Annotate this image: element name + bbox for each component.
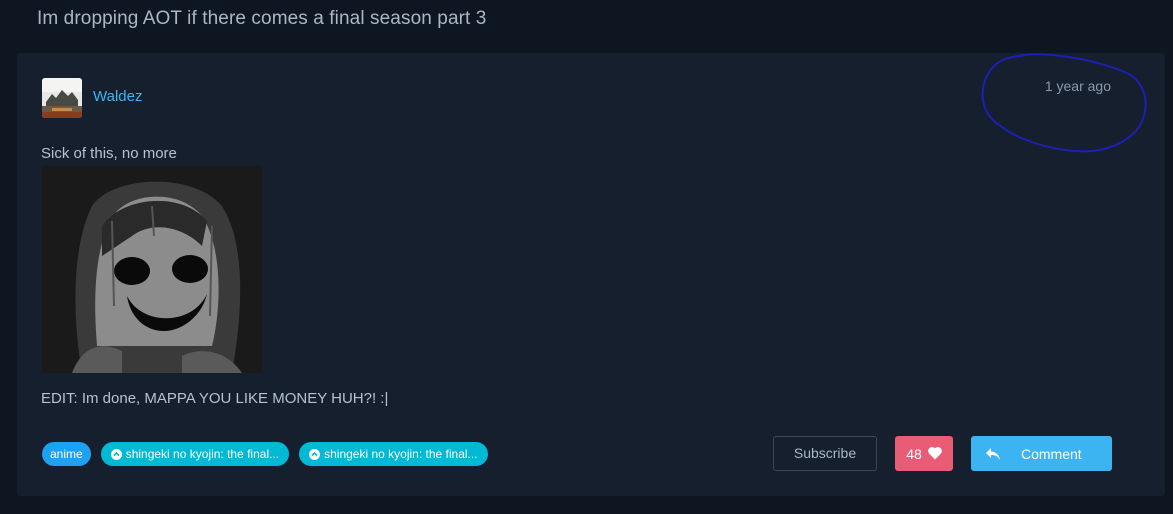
avatar[interactable] — [42, 78, 82, 118]
tag-snk-1[interactable]: shingeki no kyojin: the final... — [100, 442, 290, 466]
thread-title: Im dropping AOT if there comes a final s… — [37, 8, 487, 29]
comment-button[interactable]: Comment — [971, 436, 1112, 471]
heart-icon — [927, 447, 942, 460]
annotation-circle — [981, 53, 1147, 153]
post-timestamp: 1 year ago — [1044, 78, 1111, 94]
creepy-face-image[interactable] — [42, 166, 262, 373]
post-card: Waldez 1 year ago Sick of this, no more … — [17, 53, 1165, 496]
tag-label: anime — [50, 447, 83, 461]
author-link[interactable]: Waldez — [93, 88, 142, 105]
post-body: Sick of this, no more — [41, 145, 177, 162]
tag-anime[interactable]: anime — [42, 442, 91, 466]
post-edit-note: EDIT: Im done, MAPPA YOU LIKE MONEY HUH?… — [41, 390, 389, 407]
tag-snk-2[interactable]: shingeki no kyojin: the final... — [299, 442, 488, 466]
like-count: 48 — [906, 445, 922, 462]
chevron-up-circle-icon — [309, 448, 321, 460]
like-button[interactable]: 48 — [895, 436, 953, 471]
tag-label: shingeki no kyojin: the final... — [324, 447, 478, 461]
comment-label: Comment — [1021, 445, 1082, 462]
subscribe-button[interactable]: Subscribe — [773, 436, 877, 471]
tag-list: anime shingeki no kyojin: the final... s… — [42, 442, 488, 466]
tag-label: shingeki no kyojin: the final... — [125, 447, 280, 461]
reply-icon — [986, 447, 1000, 460]
chevron-up-circle-icon — [110, 448, 122, 460]
